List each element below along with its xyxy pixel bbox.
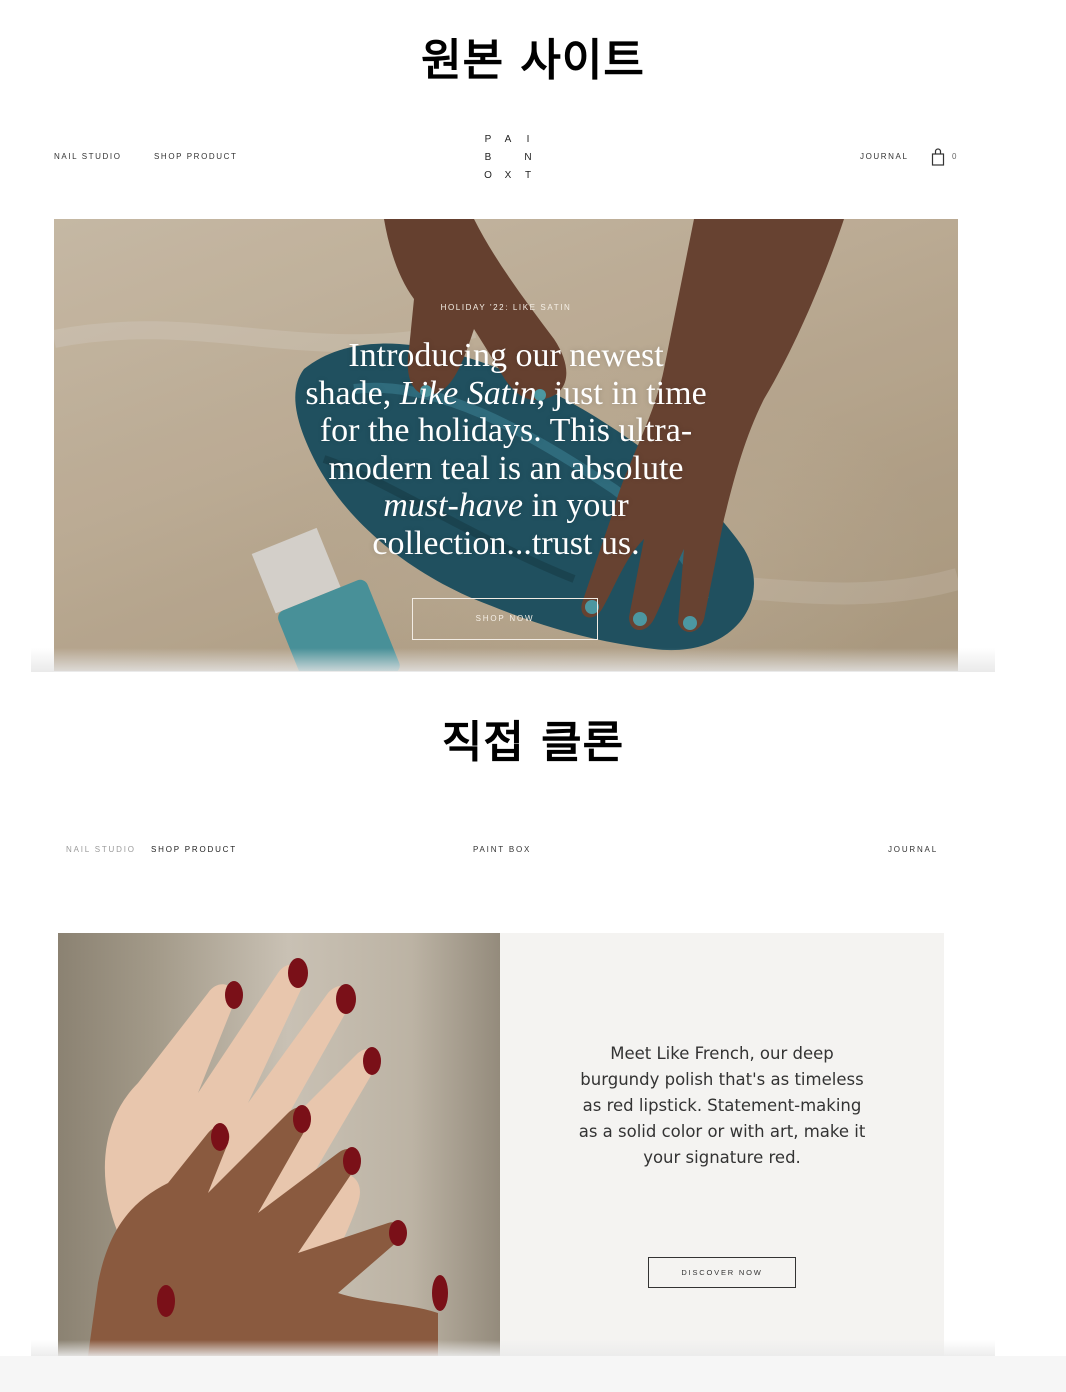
logo-letter: N xyxy=(524,152,532,163)
clone-heading: 직접 클론 xyxy=(441,717,625,768)
hands-red-nails-photo xyxy=(88,958,448,1356)
cart-count: 0 xyxy=(952,152,957,161)
shopping-bag-icon[interactable] xyxy=(931,148,945,166)
section-fade xyxy=(31,1340,995,1356)
logo-letter: O xyxy=(484,170,492,181)
discover-now-button[interactable]: DISCOVER NOW xyxy=(648,1257,796,1288)
logo-letter: A xyxy=(504,134,512,145)
original-site-heading: 원본 사이트 xyxy=(421,35,645,86)
hero-copy-italic: Like Satin xyxy=(399,374,537,412)
logo-letter: I xyxy=(526,134,530,145)
clone-brand-logo[interactable]: PAINT BOX xyxy=(473,845,531,854)
hero-copy-italic: must-have xyxy=(383,487,523,524)
logo-letter: X xyxy=(504,170,512,181)
nav-journal[interactable]: JOURNAL xyxy=(860,152,909,161)
feature-panel: Meet Like French, our deep burgundy poli… xyxy=(500,933,944,1356)
clone-nav-shop-product[interactable]: SHOP PRODUCT xyxy=(151,845,237,854)
logo-letter: T xyxy=(524,170,532,181)
logo-letter: B xyxy=(484,152,492,163)
hero-eyebrow: HOLIDAY '22: LIKE SATIN xyxy=(440,303,572,312)
nav-shop-product[interactable]: SHOP PRODUCT xyxy=(154,152,238,161)
clone-nav-nail-studio[interactable]: NAIL STUDIO xyxy=(66,845,136,854)
logo-letter xyxy=(498,152,518,170)
page-bottom-strip xyxy=(0,1356,1066,1392)
shop-now-button[interactable]: SHOP NOW xyxy=(412,598,598,640)
logo-letter: P xyxy=(484,134,492,145)
paint-box-logo[interactable]: P A I B N O X T xyxy=(478,134,538,188)
clone-nav-journal[interactable]: JOURNAL xyxy=(888,845,938,854)
hero-banner: HOLIDAY '22: LIKE SATIN Introducing our … xyxy=(54,219,958,671)
feature-photo xyxy=(58,933,500,1356)
nav-nail-studio[interactable]: NAIL STUDIO xyxy=(54,152,122,161)
section-fade xyxy=(31,648,995,672)
feature-copy: Meet Like French, our deep burgundy poli… xyxy=(578,1044,866,1167)
hero-copy: Introducing our newest shade, Like Satin… xyxy=(302,337,710,562)
